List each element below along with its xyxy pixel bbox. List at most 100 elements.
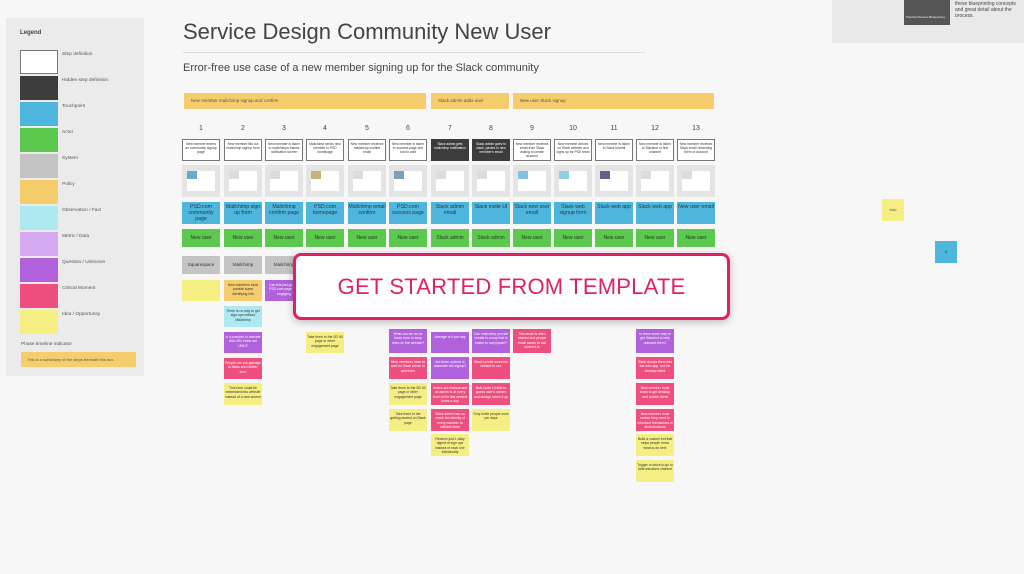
actor-card[interactable]: New user [513,229,551,247]
floating-sticky-note[interactable]: todo [882,199,904,221]
sticky-note[interactable]: Slack admin has no check the identity of… [431,409,469,431]
sticky-note[interactable]: Slack dumps them into the web app, not t… [636,357,674,379]
touchpoint-card[interactable]: New user email [677,202,715,224]
actor-card[interactable]: Slack admin [431,229,469,247]
floating-touchpoint-note[interactable]: 8 [935,241,957,263]
screenshot-thumbnail[interactable] [306,165,344,197]
touchpoint-card[interactable]: Slack admin email [431,202,469,224]
sticky-note[interactable]: Is it possible to activate that URL fiel… [224,332,262,353]
screenshot-thumbnail[interactable] [224,165,262,197]
reference-thumbnail[interactable]: Practical Service Blueprinting these blu… [832,0,1024,43]
actor-card[interactable]: New user [595,229,633,247]
touchpoint-card[interactable]: Mailchimp email confirm [348,202,386,224]
step-card[interactable]: New member receives email from Slack ask… [513,139,551,161]
system-card[interactable]: Squarespace [182,256,220,274]
actor-card[interactable]: Slack admin [472,229,510,247]
actor-card[interactable]: New user [265,229,303,247]
phase-timeline-note[interactable]: This is a subsidiary of the steps beneat… [21,352,136,367]
sticky-note[interactable]: This email is often missed and people em… [513,329,551,353]
screenshot-thumbnail[interactable] [677,165,715,197]
hidden-step-card[interactable]: Slack admin goes to slack, pastes in new… [472,139,510,161]
screenshot-thumbnail[interactable] [389,165,427,197]
step-card[interactable]: New member is taken to success page and … [389,139,427,161]
sticky-note[interactable]: Only invite people once per days [472,409,510,431]
step-number: 4 [323,125,327,132]
actor-card[interactable]: New user [554,229,592,247]
screenshot-thumbnail[interactable] [513,165,551,197]
sticky-note[interactable] [182,280,220,301]
touchpoint-card[interactable]: PSD.com homepage [306,202,344,224]
legend-swatch [20,310,58,334]
step-card[interactable]: New member enters an community signup pa… [182,139,220,161]
touchpoint-card[interactable]: PSD.com community page [182,202,220,224]
touchpoint-card[interactable]: Slack invite UI [472,202,510,224]
touchpoint-card[interactable]: Mailchimp confirm page [265,202,303,224]
step-card[interactable]: New member is taken to mailchimps thanks… [265,139,303,161]
step-card[interactable]: New member is taken to Slack tutorial [595,139,633,161]
screenshot-thumbnail[interactable] [472,165,510,197]
get-started-template-button[interactable]: GET STARTED FROM TEMPLATE [293,253,730,320]
sticky-note[interactable]: Bulk invite UI fails to guess user's nam… [472,383,510,405]
sticky-note[interactable]: Are there options to automate the signup… [431,357,469,379]
hidden-step-card[interactable]: Slack admin gets mailchimp notification [431,139,469,161]
sticky-note[interactable]: Invites are manual and an admin is at ev… [431,383,469,405]
screenshot-thumbnail[interactable] [595,165,633,197]
phase-bar[interactable]: Slack admin adds user [431,93,509,109]
actor-card[interactable]: New user [636,229,674,247]
actor-card[interactable]: New user [389,229,427,247]
sticky-note[interactable]: Build a custom bot that helps people kno… [636,434,674,456]
touchpoint-card[interactable]: Slack web signup form [554,202,592,224]
screenshot-thumbnail[interactable] [431,165,469,197]
sticky-note[interactable]: Slack's invite screen is brilliant to us… [472,357,510,379]
step-card[interactable]: New member receives Slack email remindin… [677,139,715,161]
sticky-note[interactable]: People can put garbage in fields and nei… [224,358,262,379]
phase-bar[interactable]: New user Slack signup [513,93,714,109]
step-number: 10 [569,125,577,132]
step-card[interactable]: New member arrives on Slack website and … [554,139,592,161]
sticky-note[interactable]: Take them to the SD 50 page or other eng… [389,383,427,405]
legend-swatch [20,232,58,256]
screenshot-thumbnail[interactable] [348,165,386,197]
step-card[interactable]: New member fills out mailchimp signup fo… [224,139,262,161]
sticky-note[interactable]: Is there some way to get Slackbot to hel… [636,329,674,353]
sticky-note[interactable]: New members have to wait for Slack admin… [389,357,427,379]
phase-bar[interactable]: New member mailchimp signup and confirm [184,93,426,109]
sticky-note[interactable]: Take them to the SD 50 page or other eng… [306,332,344,353]
sticky-note[interactable]: Receive just 1 daily digest of sign ups … [431,434,469,456]
step-number: 7 [448,125,452,132]
page-title[interactable]: Service Design Community New User [183,19,551,45]
sticky-note[interactable]: Trigger a notice to go to #introductions… [636,460,674,482]
step-number: 3 [282,125,286,132]
touchpoint-card[interactable]: Slack web app [595,202,633,224]
sticky-note[interactable]: New member must realise they need to int… [636,409,674,431]
sticky-note[interactable]: Can mailchimp provide emails in a way th… [472,329,510,353]
actor-card[interactable]: New user [182,229,220,247]
thumbnail-caption: Practical Service Blueprinting [906,15,946,19]
actor-card[interactable]: New user [306,229,344,247]
legend-swatch [20,206,58,230]
page-subtitle[interactable]: Error-free use case of a new member sign… [183,62,539,74]
sticky-note[interactable]: New member must know to get desktop and … [636,383,674,405]
touchpoint-card[interactable]: PSD.com success page [389,202,427,224]
screenshot-thumbnail[interactable] [182,165,220,197]
sticky-note[interactable]: Average is 6 per day [431,332,469,353]
sticky-note[interactable]: Take them to the getting started on Slac… [389,409,427,431]
screenshot-thumbnail[interactable] [636,165,674,197]
actor-card[interactable]: New user [224,229,262,247]
actor-card[interactable]: New user [677,229,715,247]
sticky-note[interactable]: What can we do for these here to keep th… [389,329,427,353]
system-card[interactable]: Mailchimp [224,256,262,274]
step-card[interactable]: Mailchimp sends new member to PSD homepa… [306,139,344,161]
screenshot-thumbnail[interactable] [554,165,592,197]
touchpoint-card[interactable]: Slack web app [636,202,674,224]
screenshot-thumbnail[interactable] [265,165,303,197]
actor-card[interactable]: New user [348,229,386,247]
step-card[interactable]: New member is taken to Slackbot or first… [636,139,674,161]
step-number: 8 [489,125,493,132]
touchpoint-card[interactable]: Slack new user email [513,202,551,224]
sticky-note[interactable]: This form could be embedded into website… [224,383,262,405]
sticky-note[interactable]: There is no way to get sign-ups without … [224,306,262,327]
sticky-note[interactable]: New members must provide some identifyin… [224,280,262,301]
step-card[interactable]: New member receives mailchimp confirm em… [348,139,386,161]
touchpoint-card[interactable]: Mailchimp sign up form [224,202,262,224]
